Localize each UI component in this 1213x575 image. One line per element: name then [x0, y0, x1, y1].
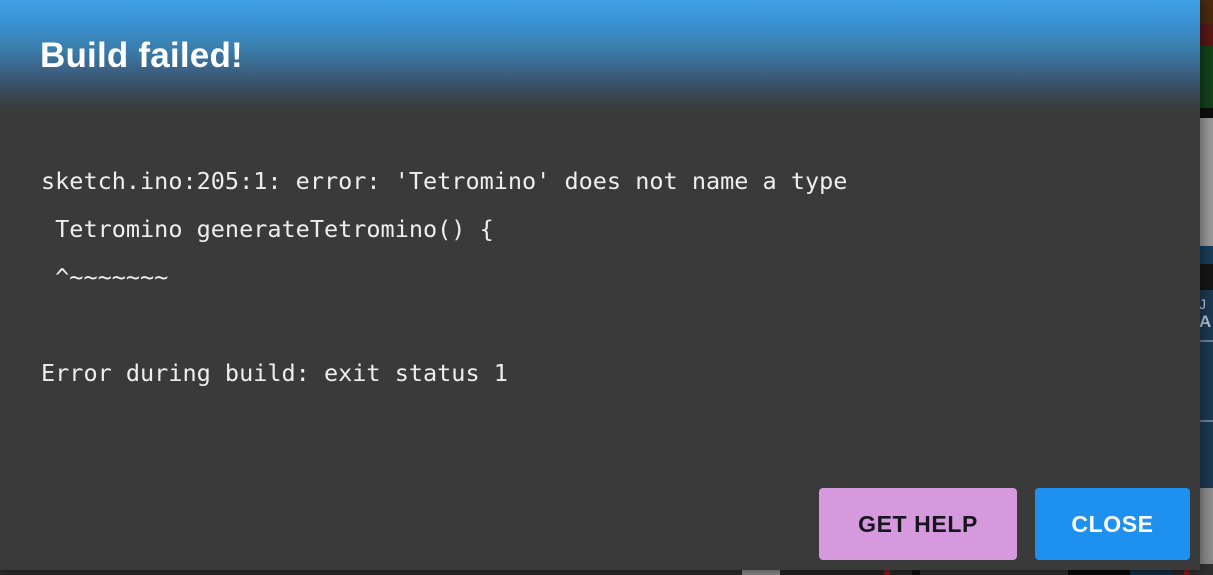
background-right-panel-divider-lower — [1199, 420, 1213, 422]
background-strip-segment-dark-pane — [1199, 264, 1213, 290]
background-strip-segment-black — [1199, 108, 1213, 118]
background-right-panel-text-line2: A — [1199, 312, 1212, 330]
dialog-header: Build failed! — [0, 0, 1200, 115]
dialog-title: Build failed! — [40, 36, 243, 75]
background-strip-segment-grey-lower — [1199, 488, 1213, 560]
close-button[interactable]: CLOSE — [1035, 488, 1190, 560]
background-strip-segment-grey — [1199, 118, 1213, 246]
dialog-action-bar: GET HELP CLOSE — [819, 478, 1190, 570]
background-right-panel-divider-upper — [1199, 340, 1213, 342]
background-strip-segment-green — [1199, 46, 1213, 108]
background-strip-segment-maroon — [1199, 24, 1213, 46]
background-right-strip — [1199, 0, 1213, 575]
build-error-log: sketch.ino:205:1: error: 'Tetromino' doe… — [41, 167, 848, 387]
screen: J A Build failed! sketch.ino:205:1: erro… — [0, 0, 1213, 575]
dialog-body: sketch.ino:205:1: error: 'Tetromino' doe… — [0, 115, 1200, 570]
get-help-button[interactable]: GET HELP — [819, 488, 1017, 560]
background-strip-segment-navy-upper — [1199, 246, 1213, 264]
background-strip-segment-brown — [1199, 0, 1213, 24]
background-right-panel-text: J A — [1199, 296, 1212, 330]
background-right-panel-text-line1: J — [1199, 296, 1206, 312]
build-failed-dialog: Build failed! sketch.ino:205:1: error: '… — [0, 0, 1200, 570]
